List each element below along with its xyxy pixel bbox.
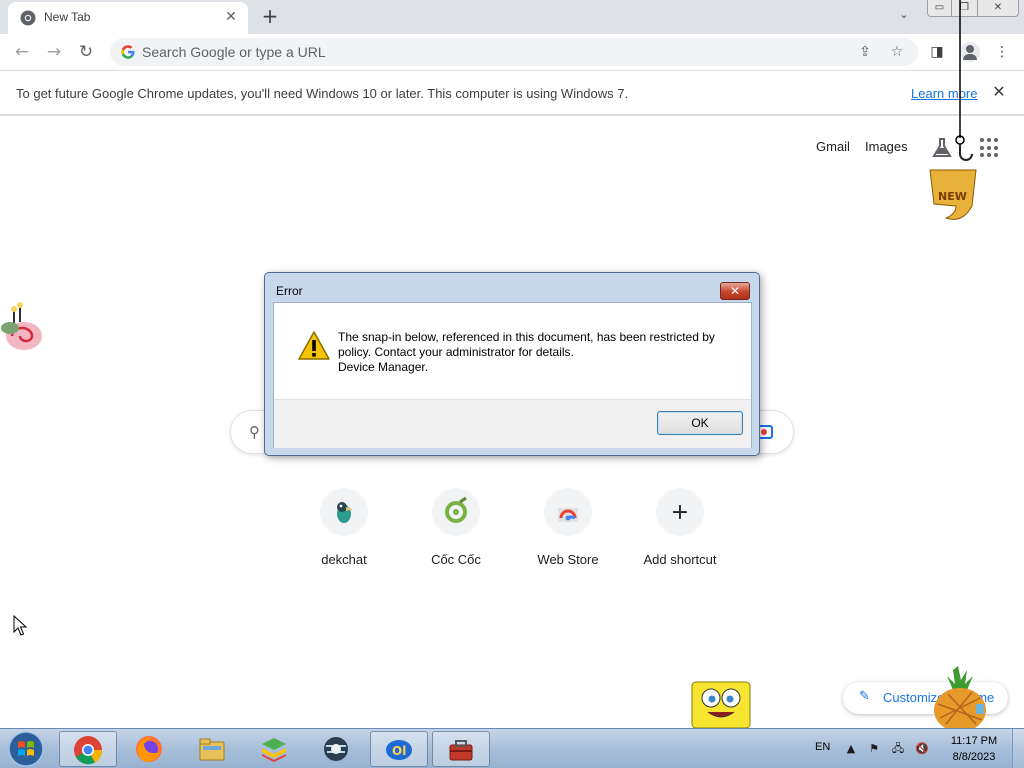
chrome-favicon-icon	[20, 10, 36, 26]
dekchat-icon	[337, 502, 353, 523]
bluestacks-icon	[262, 738, 286, 762]
new-tag-hook-icon: NEW	[929, 0, 977, 220]
app-icon: Ol	[386, 740, 412, 760]
show-desktop-button[interactable]	[1012, 729, 1024, 768]
chrome-icon	[74, 736, 103, 765]
clock-date: 8/8/2023	[952, 751, 996, 763]
desktop-screen: { "browser": { "tab": { "title": "New Ta…	[0, 0, 1024, 768]
dialog-message: The snap-in below, referenced in this do…	[338, 330, 738, 375]
error-dialog: Error ✕ The snap-in below, referenced in…	[264, 272, 760, 456]
reload-icon[interactable]: ↻	[74, 40, 98, 64]
gmail-link[interactable]: Gmail	[816, 139, 850, 154]
taskbar-app[interactable]: Ol	[370, 731, 428, 767]
tray-overflow-icon[interactable]: ▲	[843, 741, 859, 757]
toolbox-icon	[449, 740, 473, 761]
ok-button[interactable]: OK	[657, 411, 743, 435]
taskbar-file-explorer[interactable]	[184, 731, 242, 767]
shortcut-coccoc[interactable]: Cốc Cốc	[400, 488, 512, 578]
taskbar-network-app[interactable]	[308, 731, 366, 767]
images-link[interactable]: Images	[865, 139, 908, 154]
shortcut-label: Web Store	[537, 552, 599, 567]
taskbar-bluestacks[interactable]	[246, 731, 304, 767]
start-button[interactable]	[6, 730, 46, 768]
google-g-icon	[121, 45, 135, 59]
tab-search-icon[interactable]: ⌄	[894, 8, 914, 26]
dialog-title: Error	[276, 284, 303, 298]
pencil-icon: ✎	[859, 689, 870, 704]
snail-sticker-icon	[1, 302, 42, 350]
pineapple-house-icon	[934, 666, 986, 728]
mouse-cursor-icon	[13, 615, 28, 636]
tab-new-tab[interactable]: New Tab ✕	[8, 2, 248, 34]
dialog-footer: OK	[274, 399, 751, 448]
update-infobar: To get future Google Chrome updates, you…	[0, 70, 1024, 116]
taskbar-toolbox[interactable]	[432, 731, 490, 767]
tab-strip: New Tab ✕ + ⌄ ▭ ❐ ✕	[0, 0, 1024, 34]
shortcut-label: Add shortcut	[643, 552, 717, 567]
language-indicator[interactable]: EN	[815, 741, 830, 753]
back-icon[interactable]: ←	[10, 40, 34, 64]
shortcut-add[interactable]: + Add shortcut	[624, 488, 736, 578]
share-icon[interactable]: ⇪	[857, 44, 873, 60]
plus-icon: +	[670, 499, 690, 525]
infobar-message: To get future Google Chrome updates, you…	[16, 86, 629, 101]
shortcut-label: Cốc Cốc	[431, 552, 481, 567]
svg-text:NEW: NEW	[938, 190, 967, 203]
network-app-icon	[324, 737, 348, 761]
tab-title: New Tab	[44, 10, 91, 24]
action-center-flag-icon[interactable]: ⚑	[866, 741, 882, 757]
address-bar[interactable]: Search Google or type a URL ⇪ ☆	[110, 38, 918, 66]
tab-close-icon[interactable]: ✕	[222, 8, 240, 26]
system-clock[interactable]: 11:17 PM 8/8/2023	[943, 733, 1005, 765]
volume-muted-icon[interactable]: 🔇	[914, 741, 930, 757]
star-icon[interactable]: ☆	[889, 44, 905, 60]
shortcut-label: dekchat	[321, 552, 367, 567]
firefox-icon	[136, 736, 162, 762]
svg-text:Ol: Ol	[392, 744, 406, 758]
taskbar: Ol EN ▲ ⚑ 🖧 🔇 11:17 PM 8/8/2023	[0, 728, 1024, 768]
warning-icon	[298, 331, 330, 360]
forward-icon[interactable]: →	[42, 40, 66, 64]
dialog-close-button[interactable]: ✕	[720, 282, 750, 300]
dialog-body: The snap-in below, referenced in this do…	[273, 302, 752, 448]
shortcut-dekchat[interactable]: dekchat	[288, 488, 400, 578]
window-close-button[interactable]: ✕	[978, 0, 1019, 17]
search-icon: ⚲	[249, 423, 260, 441]
dialog-message-line: policy. Contact your administrator for d…	[338, 345, 574, 359]
omnibox-placeholder: Search Google or type a URL	[142, 44, 326, 60]
dialog-message-line: Device Manager.	[338, 360, 429, 374]
file-explorer-icon	[199, 738, 225, 761]
new-tab-button[interactable]: +	[258, 5, 282, 29]
menu-icon[interactable]: ⋮	[992, 42, 1012, 62]
taskbar-firefox[interactable]	[121, 731, 179, 767]
infobar-close-icon[interactable]: ✕	[990, 83, 1008, 101]
spongebob-sticker-icon	[691, 681, 751, 728]
shortcut-webstore[interactable]: Web Store	[512, 488, 624, 578]
dialog-message-line: The snap-in below, referenced in this do…	[338, 330, 715, 344]
network-icon[interactable]: 🖧	[890, 741, 906, 757]
browser-toolbar: ← → ↻ Search Google or type a URL ⇪ ☆ ◨ …	[0, 34, 1024, 70]
coccoc-icon	[445, 496, 467, 523]
webstore-icon	[558, 508, 578, 522]
taskbar-chrome[interactable]	[59, 731, 117, 767]
clock-time: 11:17 PM	[950, 735, 998, 747]
